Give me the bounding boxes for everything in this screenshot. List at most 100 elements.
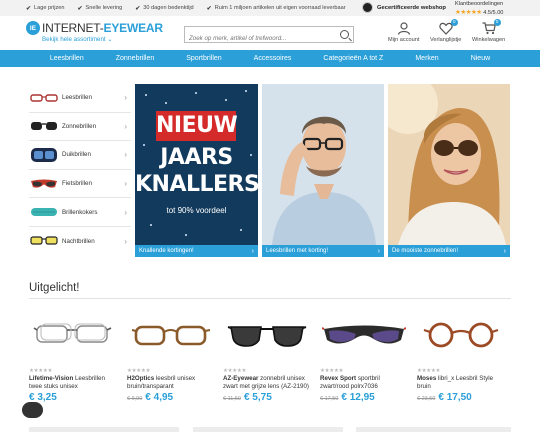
user-icon [397, 22, 410, 35]
wishlist-count-badge: 0 [450, 19, 458, 26]
logo-mark-icon: IE [26, 21, 40, 35]
sidebar-item-leesbrillen[interactable]: Leesbrillen › [29, 84, 131, 113]
main-nav: Leesbrillen Zonnebrillen Sportbrillen Ac… [0, 50, 540, 67]
check-icon: ✔ [26, 5, 32, 12]
search-icon[interactable] [340, 30, 349, 39]
product-image[interactable] [29, 310, 117, 360]
product-title[interactable]: Lifetime-Vision Leesbrillen twee stuks u… [29, 375, 117, 390]
chat-button[interactable] [22, 402, 43, 418]
product-card[interactable]: ★★★★★ AZ-Eyewear zonnebril unisex zwart … [223, 310, 311, 403]
sidebar-item-fietsbrillen[interactable]: Fietsbrillen › [29, 170, 131, 199]
view-assortment-link[interactable]: Bekijk hele assortiment ⌄ [42, 36, 113, 43]
usp-label: Ruim 1 miljoen artikelen uit eigen voorr… [214, 5, 346, 11]
certified-webshop[interactable]: Gecertificeerde webshop [362, 2, 446, 13]
nav-item-sportbrillen[interactable]: Sportbrillen [186, 55, 221, 62]
check-icon: ✔ [135, 5, 141, 12]
cycling-glasses-icon [29, 176, 59, 192]
banner-cta[interactable]: Knallende kortingen! › [135, 245, 258, 257]
product-card[interactable]: ★★★★★ Revex Sport sportbril zwart/rood p… [320, 310, 408, 403]
banner-new-year-deals[interactable]: NIEUW JAARS KNALLERS! tot 90% voordeel K… [135, 84, 258, 257]
product-title[interactable]: H2Optics leesbril unisex bruin/transpara… [127, 375, 215, 390]
banner-sunglasses[interactable]: De mooiste zonnebrillen! › [388, 84, 510, 257]
chevron-right-icon: › [503, 247, 506, 255]
confetti-dot [195, 92, 197, 94]
product-image[interactable] [320, 310, 408, 360]
product-brand: Revex Sport [320, 375, 357, 382]
account-button[interactable]: Mijn account [388, 22, 419, 43]
banner-cta[interactable]: Leesbrillen met korting! › [262, 245, 384, 257]
banner-subline: tot 90% voordeel [166, 206, 227, 215]
logo-text-part2: EYEWEAR [103, 21, 163, 35]
product-card[interactable]: ★★★★★ Lifetime-Vision Leesbrillen twee s… [29, 310, 117, 403]
product-old-price: € 17,50 [320, 396, 339, 403]
product-card[interactable]: ★★★★★ H2Optics leesbril unisex bruin/tra… [127, 310, 215, 403]
product-image[interactable] [127, 310, 215, 360]
nav-item-nieuw[interactable]: Nieuw [471, 55, 490, 62]
product-title[interactable]: Revex Sport sportbril zwart/rood polrx70… [320, 375, 408, 390]
product-brand: Moses [417, 375, 437, 382]
sidebar-item-label: Zonnebrillen [62, 122, 97, 130]
banner-headline-line3: KNALLERS! [135, 172, 258, 197]
product-rating-stars: ★★★★★ [223, 368, 247, 374]
product-image[interactable] [417, 310, 505, 360]
certificate-seal-icon [362, 2, 373, 13]
confetti-dot [185, 234, 187, 236]
chevron-right-icon: › [377, 247, 380, 255]
glasses-case-icon [29, 204, 59, 220]
confetti-dot [225, 99, 227, 101]
cart-count-badge: 0 [493, 19, 501, 26]
wishlist-label: Verlanglijstje [430, 37, 462, 43]
product-price: € 9,90 € 4,95 [127, 392, 215, 403]
banner-cta[interactable]: De mooiste zonnebrillen! › [388, 245, 510, 257]
customer-rating[interactable]: Klantbeoordelingen ★★★★★ 4.5/5.00 [455, 1, 503, 17]
next-section-strip [193, 427, 343, 432]
product-title[interactable]: Moses libri_x Leesbril Style bruin [417, 375, 505, 390]
woman-with-sunglasses-photo [388, 84, 510, 245]
banner-cta-label: Knallende kortingen! [139, 248, 194, 254]
product-rating-stars: ★★★★★ [29, 368, 53, 374]
usp-item: ✔ Ruim 1 miljoen artikelen uit eigen voor… [207, 5, 346, 12]
cart-button[interactable]: 0 Winkelwagen [472, 19, 506, 43]
usp-label: 30 dagen bedenktijd [143, 5, 194, 11]
product-title[interactable]: AZ-Eyewear zonnebril unisex zwart met gr… [223, 375, 311, 390]
product-image[interactable] [223, 310, 311, 360]
sidebar-item-brillenkokers[interactable]: Brillenkokers › [29, 198, 131, 227]
man-with-glasses-photo [262, 84, 384, 245]
logo-text-part1: INTERNET- [42, 21, 104, 35]
cart-label: Winkelwagen [472, 37, 506, 43]
nav-item-zonnebrillen[interactable]: Zonnebrillen [116, 55, 155, 62]
section-divider [29, 298, 511, 299]
confetti-dot [150, 224, 152, 226]
product-old-price: € 23,50 [417, 396, 436, 403]
banner-reading-glasses[interactable]: Leesbrillen met korting! › [262, 84, 384, 257]
product-old-price: € 9,90 [127, 396, 143, 403]
banner-cta-label: De mooiste zonnebrillen! [392, 248, 459, 254]
sidebar-item-label: Brillenkokers [62, 208, 98, 216]
product-price: € 3,25 [29, 392, 117, 403]
search-input[interactable] [185, 31, 330, 46]
logo[interactable]: IE INTERNET- EYEWEAR [26, 21, 163, 35]
diving-mask-icon [29, 147, 59, 163]
usp-item: ✔ Lage prijzen [26, 5, 65, 12]
confetti-dot [145, 94, 147, 96]
product-card[interactable]: ★★★★★ Moses libri_x Leesbril Style bruin… [417, 310, 505, 403]
product-old-price: € 11,50 [223, 396, 241, 403]
nav-item-categories[interactable]: Categorieën A tot Z [323, 55, 383, 62]
chevron-right-icon: › [124, 150, 127, 160]
sidebar-item-zonnebrillen[interactable]: Zonnebrillen › [29, 113, 131, 142]
sidebar-item-label: Leesbrillen [62, 94, 92, 102]
wishlist-button[interactable]: 0 Verlanglijstje [430, 19, 462, 43]
product-brand: Lifetime-Vision [29, 375, 74, 382]
usp-item: ✔ Snelle levering [78, 5, 123, 12]
nav-item-leesbrillen[interactable]: Leesbrillen [50, 55, 84, 62]
product-current-price: € 12,95 [341, 392, 375, 404]
nav-item-accessoires[interactable]: Accessoires [254, 55, 292, 62]
sidebar-item-duikbrillen[interactable]: Duikbrillen › [29, 141, 131, 170]
product-current-price: € 17,50 [438, 392, 472, 404]
sidebar-item-nachtbrillen[interactable]: Nachtbrillen › [29, 227, 131, 256]
rating-stars: ★★★★★ [455, 8, 482, 16]
usp-label: Lage prijzen [34, 5, 65, 11]
nav-item-merken[interactable]: Merken [415, 55, 438, 62]
section-title-featured: Uitgelicht! [29, 282, 80, 294]
chevron-right-icon: › [124, 207, 127, 217]
